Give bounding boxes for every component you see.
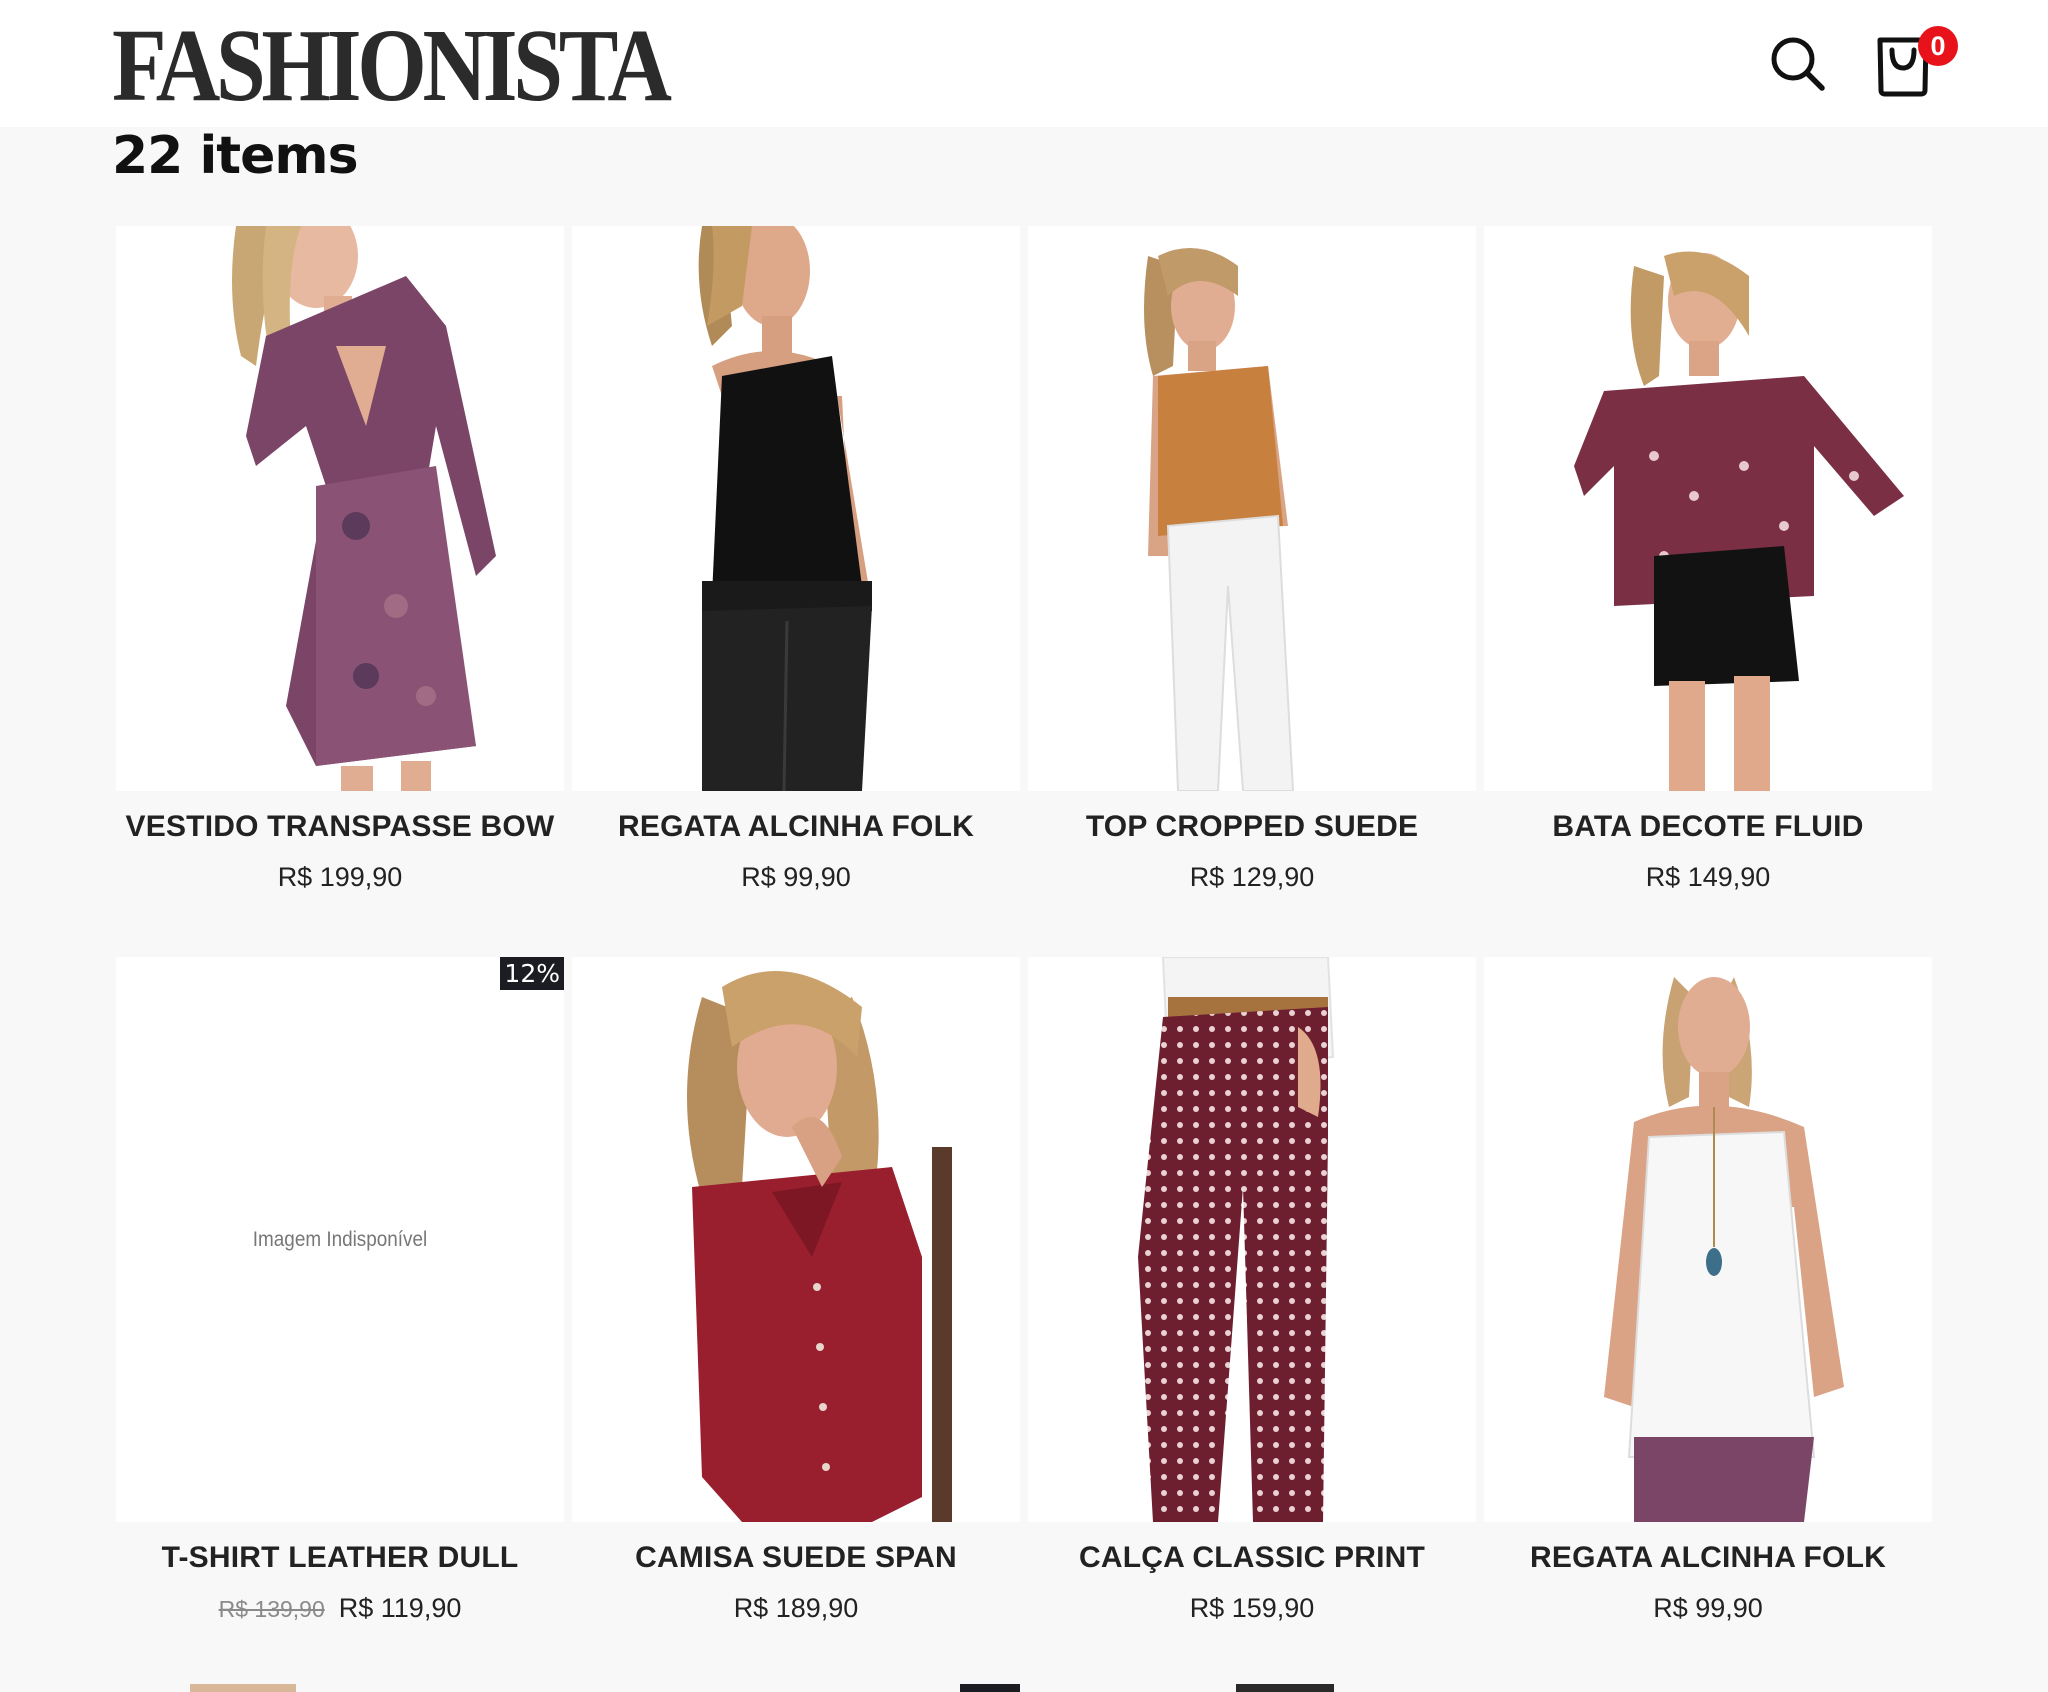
next-row-image-peek [190,1684,296,1692]
results-count: 22 items [112,126,359,186]
product-name[interactable]: CAMISA SUEDE SPAN [552,1541,1040,1575]
image-unavailable-text: Imagem Indisponível [252,1227,428,1251]
model-white-camisole [1484,957,1932,1522]
model-red-suede-shirt [572,957,1020,1522]
product-price: R$ 159,90 [1028,1593,1476,1624]
current-price: R$ 149,90 [1645,862,1771,892]
product-price: R$ 129,90 [1028,862,1476,893]
site-header: FASHIONISTA 0 [0,0,2048,127]
product-name[interactable]: BATA DECOTE FLUID [1464,810,1952,844]
current-price: R$ 159,90 [1189,1593,1315,1623]
product-name[interactable]: VESTIDO TRANSPASSE BOW [96,810,584,844]
cart-count-badge: 0 [1918,26,1958,66]
product-price: R$ 139,90 R$ 119,90 [116,1593,564,1624]
brand-logo[interactable]: FASHIONISTA [112,14,672,118]
product-price: R$ 149,90 [1484,862,1932,893]
current-price: R$ 119,90 [338,1593,462,1623]
current-price: R$ 199,90 [277,862,403,892]
current-price: R$ 129,90 [1189,862,1315,892]
model-burgundy-print-pants [1028,957,1476,1522]
model-burgundy-print-blouse [1484,226,1932,791]
model-purple-paisley-dress [116,226,564,791]
product-name[interactable]: REGATA ALCINHA FOLK [552,810,1040,844]
product-card[interactable]: CALÇA CLASSIC PRINT R$ 159,90 [1028,957,1476,1657]
product-image[interactable] [1028,226,1476,791]
product-name[interactable]: REGATA ALCINHA FOLK [1464,1541,1952,1575]
product-price: R$ 189,90 [572,1593,1020,1624]
product-price: R$ 199,90 [116,862,564,893]
product-price: R$ 99,90 [572,862,1020,893]
product-image[interactable]: Imagem Indisponível 12% [116,957,564,1522]
product-price: R$ 99,90 [1484,1593,1932,1624]
product-card[interactable]: TOP CROPPED SUEDE R$ 129,90 [1028,226,1476,926]
original-price: R$ 139,90 [218,1596,325,1622]
model-orange-suede-top [1028,226,1476,791]
product-image[interactable] [1028,957,1476,1522]
current-price: R$ 99,90 [1653,1593,1763,1623]
current-price: R$ 189,90 [733,1593,859,1623]
product-image[interactable] [1484,957,1932,1522]
search-button[interactable] [1768,34,1828,94]
product-card[interactable]: REGATA ALCINHA FOLK R$ 99,90 [572,226,1020,926]
product-card[interactable]: VESTIDO TRANSPASSE BOW R$ 199,90 [116,226,564,926]
product-image[interactable] [572,957,1020,1522]
next-row-image-peek [1236,1684,1334,1692]
product-image[interactable] [116,226,564,791]
product-card[interactable]: CAMISA SUEDE SPAN R$ 189,90 [572,957,1020,1657]
next-row-badge-peek [960,1684,1020,1692]
product-name[interactable]: TOP CROPPED SUEDE [1008,810,1496,844]
search-icon [1771,37,1825,91]
product-name[interactable]: CALÇA CLASSIC PRINT [1008,1541,1496,1575]
product-card[interactable]: REGATA ALCINHA FOLK R$ 99,90 [1484,957,1932,1657]
current-price: R$ 99,90 [741,862,851,892]
product-name[interactable]: T-SHIRT LEATHER DULL [96,1541,584,1575]
product-card[interactable]: Imagem Indisponível 12% T-SHIRT LEATHER … [116,957,564,1657]
product-image[interactable] [572,226,1020,791]
model-black-camisole [572,226,1020,791]
product-image[interactable] [1484,226,1932,791]
discount-badge: 12% [500,957,564,990]
product-card[interactable]: BATA DECOTE FLUID R$ 149,90 [1484,226,1932,926]
